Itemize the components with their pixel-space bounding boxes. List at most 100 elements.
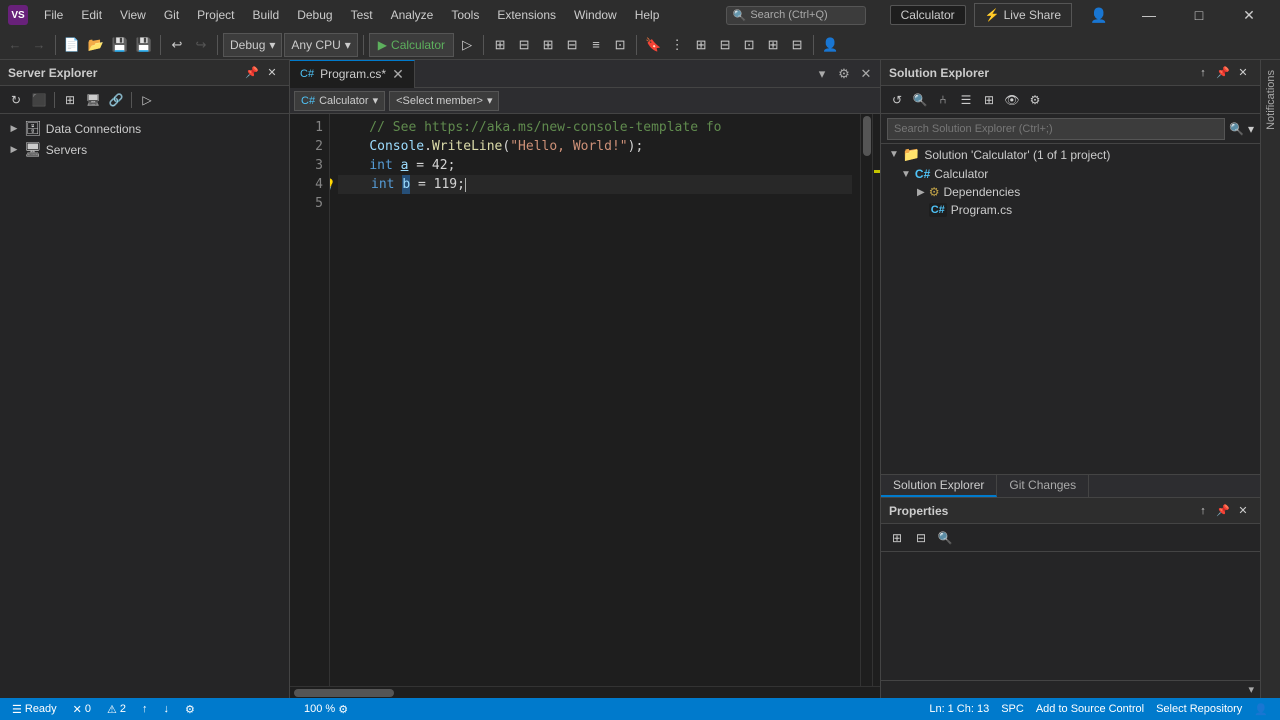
toolbar-extra-12[interactable]: ⊟ bbox=[786, 34, 808, 56]
tab-program-cs[interactable]: C# Program.cs* ✕ bbox=[290, 60, 415, 88]
title-search-box[interactable]: 🔍 Search (Ctrl+Q) bbox=[726, 6, 866, 25]
se-collapse-button[interactable]: ↑ bbox=[1194, 64, 1212, 82]
close-button[interactable]: ✕ bbox=[1226, 0, 1272, 30]
prop-expand-icon[interactable]: ▾ bbox=[1248, 683, 1254, 696]
se-tb-sync[interactable]: ↺ bbox=[887, 90, 907, 110]
prop-close-button[interactable]: ✕ bbox=[1234, 502, 1252, 520]
maximize-button[interactable]: □ bbox=[1176, 0, 1222, 30]
se-tb-settings[interactable]: ⚙ bbox=[1025, 90, 1045, 110]
run-without-debug-button[interactable]: ▷ bbox=[456, 34, 478, 56]
status-down-arrow[interactable]: ↓ bbox=[160, 703, 174, 715]
menu-tools[interactable]: Tools bbox=[443, 6, 487, 24]
editor-hscrollbar[interactable] bbox=[290, 686, 880, 698]
se-add-server-button[interactable]: 🖥 bbox=[83, 90, 103, 110]
menu-file[interactable]: File bbox=[36, 6, 71, 24]
status-ln-col[interactable]: Ln: 1 Ch: 13 bbox=[925, 703, 993, 716]
toolbar-extra-7[interactable]: ⋮ bbox=[666, 34, 688, 56]
toolbar-extra-10[interactable]: ⊡ bbox=[738, 34, 760, 56]
se-item-solution[interactable]: ▼ 📁 Solution 'Calculator' (1 of 1 projec… bbox=[881, 144, 1260, 165]
se-tb-preview[interactable]: 👁 bbox=[1002, 90, 1022, 110]
notifications-label[interactable]: Notifications bbox=[1263, 64, 1279, 136]
se-tb-props[interactable]: ⊞ bbox=[979, 90, 999, 110]
status-warnings[interactable]: ⚠ 2 bbox=[103, 703, 130, 716]
save-button[interactable]: 💾 bbox=[109, 34, 131, 56]
menu-edit[interactable]: Edit bbox=[73, 6, 110, 24]
menu-view[interactable]: View bbox=[112, 6, 154, 24]
server-explorer-pin-button[interactable]: 📌 bbox=[243, 64, 261, 82]
se-stop-button[interactable]: ⬛ bbox=[29, 90, 49, 110]
toolbar-extra-6[interactable]: ⊡ bbox=[609, 34, 631, 56]
toolbar-extra-5[interactable]: ≡ bbox=[585, 34, 607, 56]
toolbar-extra-2[interactable]: ⊟ bbox=[513, 34, 535, 56]
toolbar-extra-4[interactable]: ⊟ bbox=[561, 34, 583, 56]
editor-content[interactable]: 1 2 3 4 5 // See https://aka.ms/new-cons… bbox=[290, 114, 880, 686]
se-sharepoint-button[interactable]: 🔗 bbox=[106, 90, 126, 110]
se-tb-git[interactable]: ⑃ bbox=[933, 90, 953, 110]
save-all-button[interactable]: 💾 bbox=[133, 34, 155, 56]
platform-dropdown[interactable]: Any CPU ▾ bbox=[284, 33, 357, 57]
status-user-icon[interactable]: 👤 bbox=[1250, 703, 1272, 716]
menu-git[interactable]: Git bbox=[156, 6, 187, 24]
nav-type-dropdown[interactable]: C# Calculator ▾ bbox=[294, 91, 385, 111]
menu-test[interactable]: Test bbox=[343, 6, 381, 24]
minimize-button[interactable]: — bbox=[1126, 0, 1172, 30]
run-button[interactable]: ▶ Calculator bbox=[369, 33, 454, 57]
editor-tab-close-all-button[interactable]: ✕ bbox=[856, 64, 876, 84]
nav-member-dropdown[interactable]: <Select member> ▾ bbox=[389, 91, 499, 111]
menu-window[interactable]: Window bbox=[566, 6, 625, 24]
se-add-connection-button[interactable]: ⊞ bbox=[60, 90, 80, 110]
se-search-input[interactable] bbox=[887, 118, 1225, 140]
menu-build[interactable]: Build bbox=[245, 6, 288, 24]
se-close-button[interactable]: ✕ bbox=[1234, 64, 1252, 82]
se-tb-show-all[interactable]: ☰ bbox=[956, 90, 976, 110]
status-source-icon[interactable]: ⚙ bbox=[181, 703, 199, 716]
se-refresh-button[interactable]: ↻ bbox=[6, 90, 26, 110]
prop-collapse-button[interactable]: ↑ bbox=[1194, 502, 1212, 520]
editor-tab-down-button[interactable]: ▾ bbox=[812, 64, 832, 84]
config-dropdown[interactable]: Debug ▾ bbox=[223, 33, 282, 57]
lightbulb-icon[interactable]: 💡 bbox=[330, 175, 336, 194]
server-explorer-close-button[interactable]: ✕ bbox=[263, 64, 281, 82]
status-ready[interactable]: ☰ Ready bbox=[8, 703, 61, 716]
tab-solution-explorer[interactable]: Solution Explorer bbox=[881, 475, 997, 497]
undo-button[interactable]: ↩ bbox=[166, 34, 188, 56]
se-pin-button[interactable]: 📌 bbox=[1214, 64, 1232, 82]
status-up-arrow[interactable]: ↑ bbox=[138, 703, 152, 715]
tree-item-data-connections[interactable]: ▶ 🗄 Data Connections bbox=[0, 118, 289, 139]
menu-extensions[interactable]: Extensions bbox=[489, 6, 564, 24]
toolbar-extra-3[interactable]: ⊞ bbox=[537, 34, 559, 56]
tree-item-servers[interactable]: ▶ 🖥 Servers bbox=[0, 139, 289, 160]
tab-git-changes[interactable]: Git Changes bbox=[997, 475, 1089, 497]
menu-project[interactable]: Project bbox=[189, 6, 242, 24]
se-tb-search[interactable]: 🔍 bbox=[910, 90, 930, 110]
prop-category-button[interactable]: ⊟ bbox=[911, 528, 931, 548]
new-file-button[interactable]: 📄 bbox=[61, 34, 83, 56]
editor-scrollbar[interactable] bbox=[860, 114, 872, 686]
live-share-button[interactable]: ⚡ Live Share bbox=[974, 3, 1072, 27]
prop-grid-button[interactable]: ⊞ bbox=[887, 528, 907, 548]
editor-tab-settings-button[interactable]: ⚙ bbox=[834, 64, 854, 84]
se-item-dependencies[interactable]: ▶ ⚙ Dependencies bbox=[881, 183, 1260, 201]
code-area[interactable]: // See https://aka.ms/new-console-templa… bbox=[330, 114, 860, 686]
menu-debug[interactable]: Debug bbox=[289, 6, 340, 24]
menu-help[interactable]: Help bbox=[627, 6, 668, 24]
open-file-button[interactable]: 📂 bbox=[85, 34, 107, 56]
toolbar-extra-8[interactable]: ⊞ bbox=[690, 34, 712, 56]
tab-close-button[interactable]: ✕ bbox=[392, 66, 404, 83]
status-zoom[interactable]: 100 % ⚙ bbox=[300, 703, 352, 716]
back-button[interactable]: ← bbox=[4, 34, 26, 56]
redo-button[interactable]: ↪ bbox=[190, 34, 212, 56]
status-errors[interactable]: ✕ 0 bbox=[69, 703, 95, 716]
prop-pin-button[interactable]: 📌 bbox=[1214, 502, 1232, 520]
se-properties-button[interactable]: ▷ bbox=[137, 90, 157, 110]
toolbar-extra-1[interactable]: ⊞ bbox=[489, 34, 511, 56]
toolbar-extra-9[interactable]: ⊟ bbox=[714, 34, 736, 56]
status-repo[interactable]: Select Repository bbox=[1152, 703, 1246, 716]
profile-button[interactable]: 👤 bbox=[1076, 0, 1122, 30]
status-encoding[interactable]: SPC bbox=[997, 703, 1028, 716]
toolbar-extra-11[interactable]: ⊞ bbox=[762, 34, 784, 56]
se-item-calculator[interactable]: ▼ C# Calculator bbox=[881, 165, 1260, 183]
bookmark-button[interactable]: 🔖 bbox=[642, 34, 664, 56]
profile-settings-button[interactable]: 👤 bbox=[819, 34, 841, 56]
forward-button[interactable]: → bbox=[28, 34, 50, 56]
